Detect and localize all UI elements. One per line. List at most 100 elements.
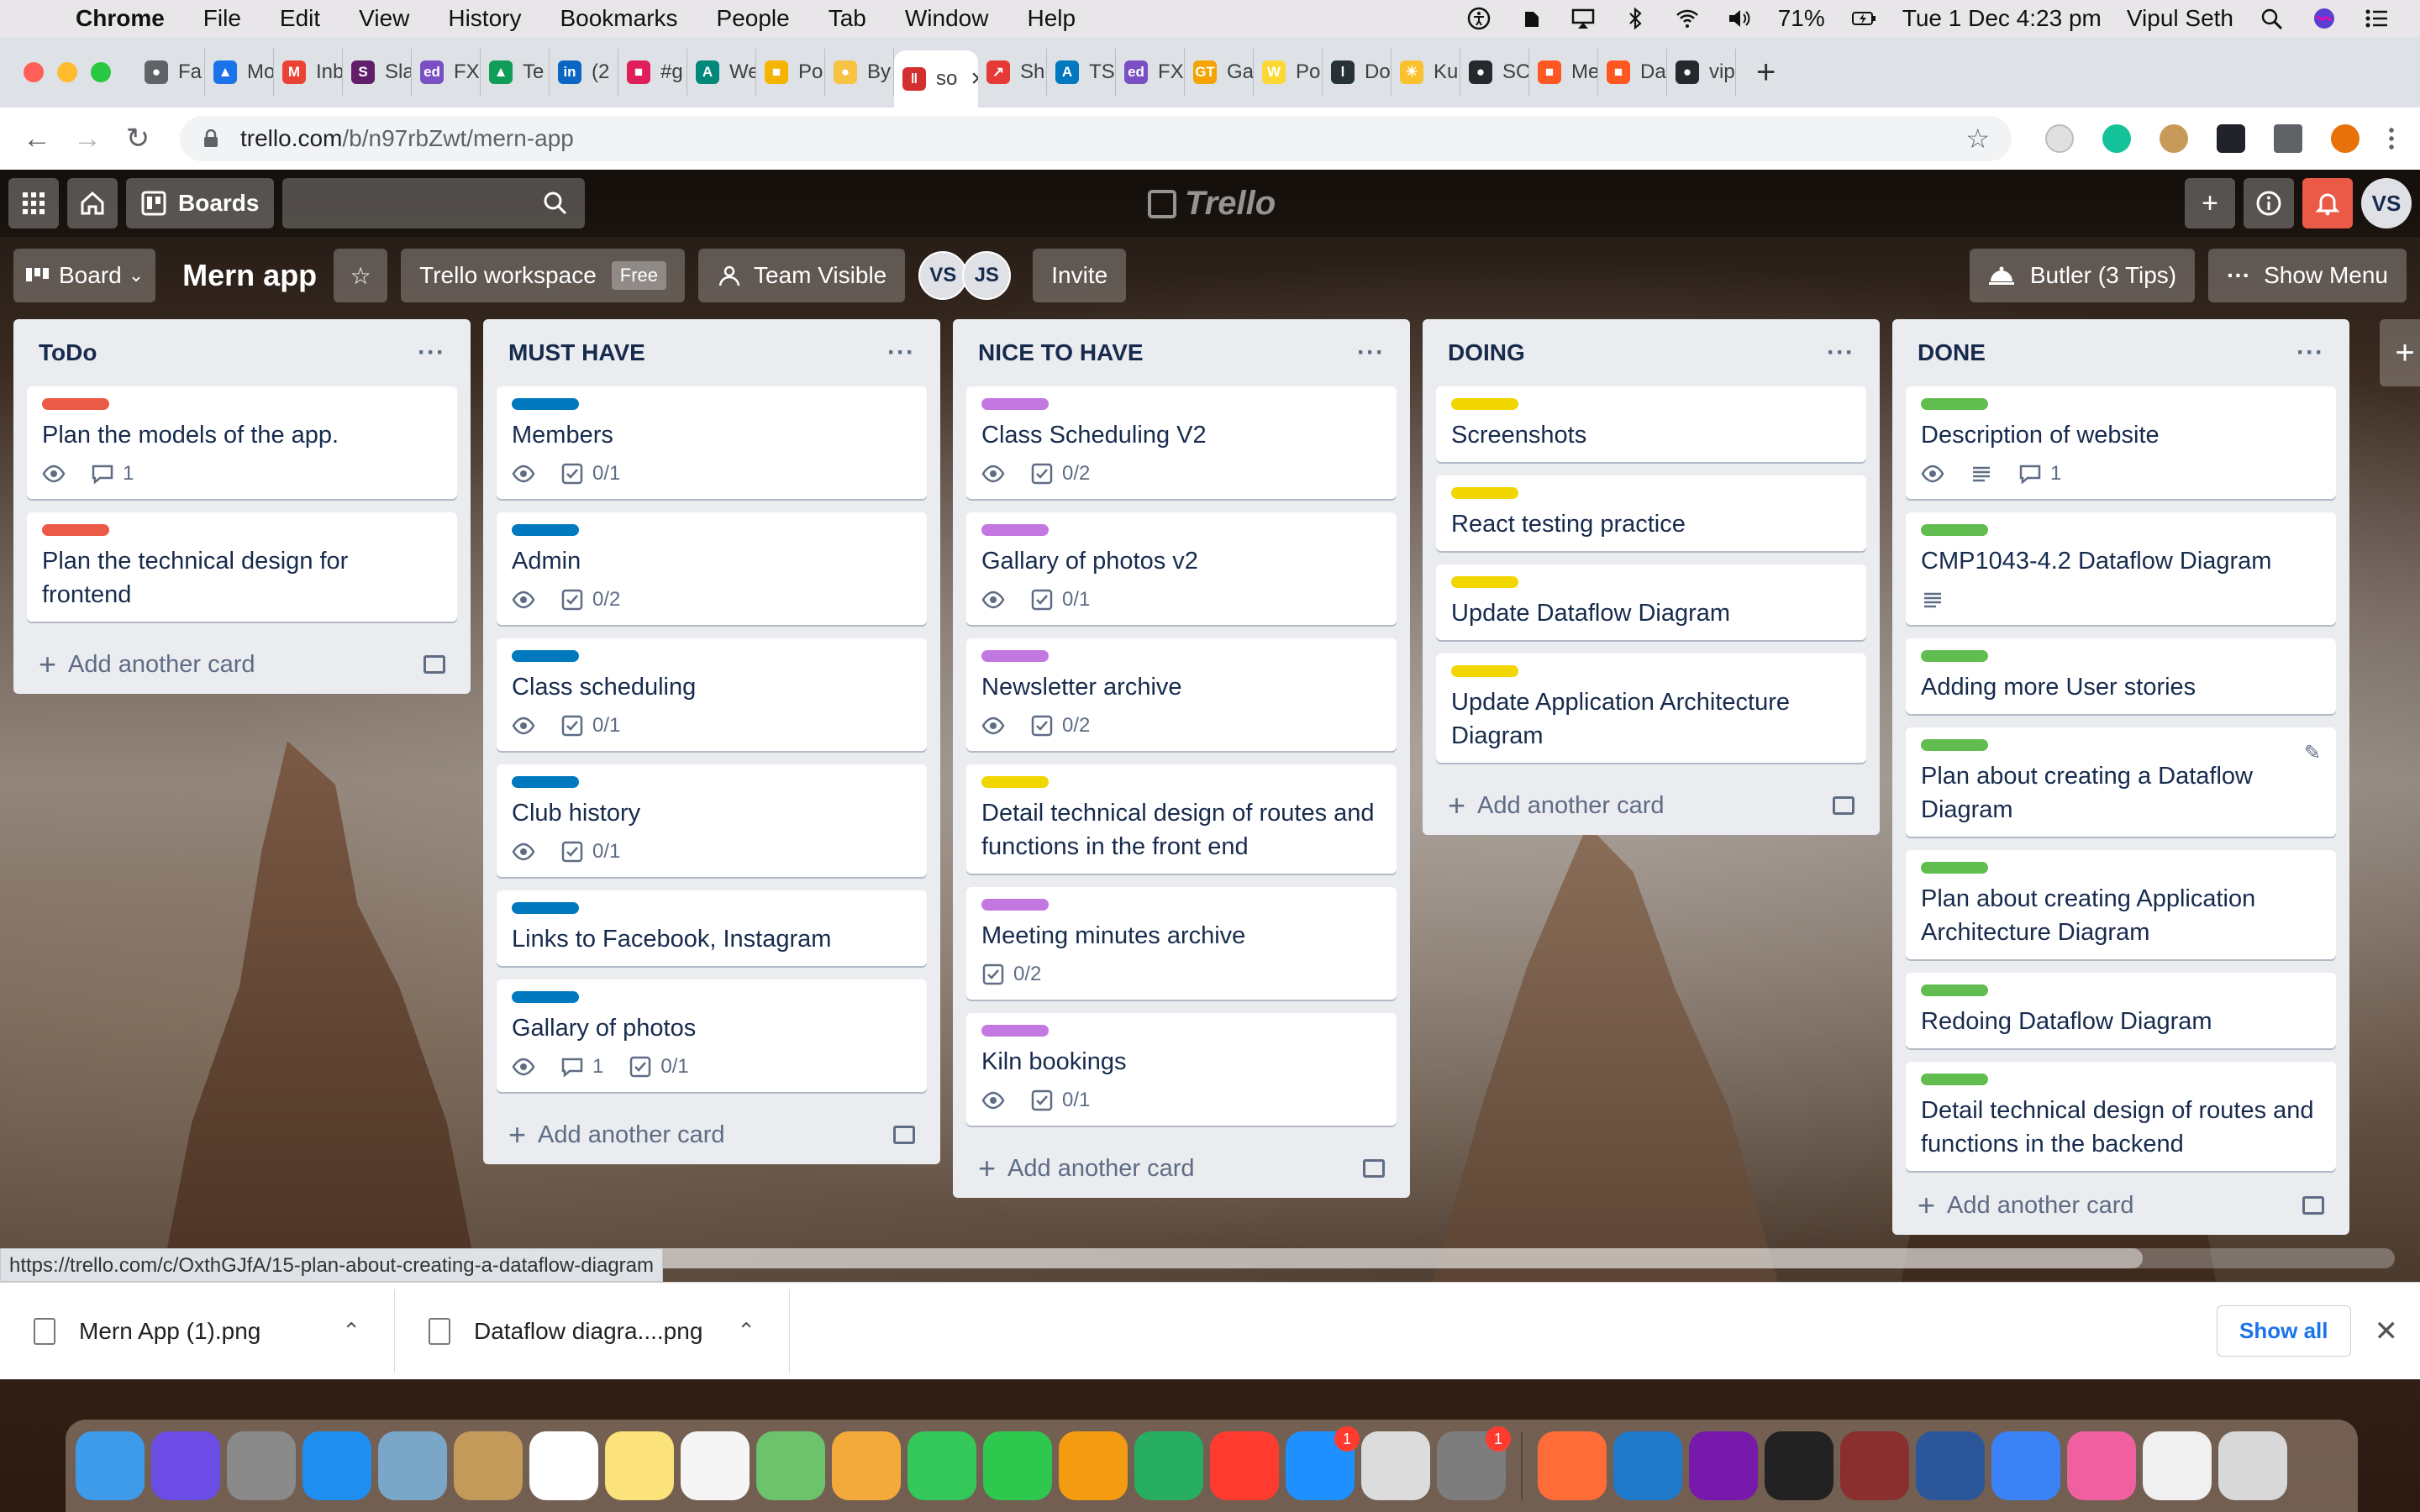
photos-icon[interactable]	[832, 1431, 901, 1500]
list-menu-icon[interactable]: ···	[418, 339, 445, 367]
menu-history[interactable]: History	[448, 5, 521, 32]
card-label[interactable]	[512, 524, 579, 536]
terminal-icon[interactable]	[1765, 1431, 1833, 1500]
contacts-icon[interactable]	[454, 1431, 523, 1500]
edit-pencil-icon[interactable]: ✎	[2304, 741, 2321, 765]
menubar-clock[interactable]: Tue 1 Dec 4:23 pm	[1902, 5, 2102, 32]
card-label[interactable]	[1921, 398, 1988, 410]
menu-help[interactable]: Help	[1027, 5, 1076, 32]
card-label[interactable]	[1451, 487, 1518, 499]
siri-icon[interactable]	[151, 1431, 220, 1500]
finder-icon[interactable]	[76, 1431, 145, 1500]
card-label[interactable]	[42, 398, 109, 410]
card-label[interactable]	[1921, 739, 1988, 751]
card-template-icon[interactable]	[2302, 1196, 2324, 1215]
reminders-icon[interactable]	[681, 1431, 750, 1500]
extensions-puzzle-icon[interactable]	[2274, 124, 2302, 153]
menu-people[interactable]: People	[717, 5, 790, 32]
card-label[interactable]	[1921, 1074, 1988, 1085]
card[interactable]: Gallary of photos v2 0/1	[966, 512, 1397, 625]
download-item[interactable]: Mern App (1).png ⌃	[0, 1289, 395, 1373]
list-title[interactable]: DOING	[1448, 339, 1525, 366]
list-header[interactable]: NICE TO HAVE ···	[953, 319, 1410, 386]
card-label[interactable]	[1921, 984, 1988, 996]
chrome-icon[interactable]	[1361, 1431, 1430, 1500]
list-menu-icon[interactable]: ···	[887, 339, 915, 367]
browser-tab[interactable]: ■ Me	[1529, 49, 1598, 96]
launchpad-icon[interactable]	[227, 1431, 296, 1500]
card-label[interactable]	[512, 398, 579, 410]
zoom-window-button[interactable]	[91, 62, 111, 82]
browser-tab[interactable]: ↗ Sh	[978, 49, 1047, 96]
menu-view[interactable]: View	[359, 5, 409, 32]
lock-icon[interactable]	[202, 129, 220, 148]
spotlight-search-icon[interactable]	[2259, 7, 2286, 30]
card[interactable]: Club history 0/1	[497, 764, 927, 877]
notification-center-icon[interactable]	[2363, 7, 2390, 30]
card-label[interactable]	[1451, 576, 1518, 588]
menu-bookmarks[interactable]: Bookmarks	[560, 5, 677, 32]
add-list-button[interactable]: +	[2380, 319, 2420, 386]
list-header[interactable]: ToDo ···	[13, 319, 471, 386]
browser-tab[interactable]: in (2	[550, 49, 618, 96]
card-label[interactable]	[1451, 398, 1518, 410]
numbers-icon[interactable]	[1134, 1431, 1203, 1500]
invite-button[interactable]: Invite	[1033, 249, 1127, 302]
card-label[interactable]	[1921, 862, 1988, 874]
card-template-icon[interactable]	[893, 1126, 915, 1144]
browser-tab[interactable]: W Po	[1254, 49, 1323, 96]
card[interactable]: Plan about creating a Dataflow Diagram ✎	[1906, 727, 2336, 837]
address-bar[interactable]: trello.com/b/n97rbZwt/mern-app ☆	[180, 116, 2012, 161]
menu-file[interactable]: File	[203, 5, 241, 32]
info-icon[interactable]	[2244, 178, 2294, 228]
new-tab-button[interactable]: +	[1756, 54, 1776, 92]
card-template-icon[interactable]	[1363, 1159, 1385, 1178]
menu-edit[interactable]: Edit	[280, 5, 320, 32]
close-tab-icon[interactable]: ×	[971, 65, 978, 93]
create-plus-icon[interactable]: +	[2185, 178, 2235, 228]
volume-icon[interactable]	[1726, 7, 1753, 30]
card[interactable]: Plan the technical design for frontend	[27, 512, 457, 622]
board-view-switcher[interactable]: Board ⌄	[13, 249, 156, 302]
card-label[interactable]	[981, 776, 1049, 788]
browser-tab[interactable]: ed FX	[1116, 49, 1185, 96]
card[interactable]: Class Scheduling V2 0/2	[966, 386, 1397, 499]
cookie-extension-icon[interactable]	[2160, 124, 2188, 153]
chevron-up-icon[interactable]: ⌃	[342, 1318, 360, 1344]
download-item[interactable]: Dataflow diagra....png ⌃	[395, 1289, 790, 1373]
list-title[interactable]: NICE TO HAVE	[978, 339, 1144, 366]
menu-tab[interactable]: Tab	[829, 5, 866, 32]
card[interactable]: Detail technical design of routes and fu…	[966, 764, 1397, 874]
browser-tab[interactable]: ■ Da	[1598, 49, 1667, 96]
card[interactable]: React testing practice	[1436, 475, 1866, 551]
butler-button[interactable]: Butler (3 Tips)	[1969, 249, 2196, 302]
card-label[interactable]	[512, 991, 579, 1003]
pages-icon[interactable]	[1059, 1431, 1128, 1500]
list-header[interactable]: MUST HAVE ···	[483, 319, 940, 386]
browser-tab[interactable]: A We	[687, 49, 756, 96]
boards-button[interactable]: Boards	[126, 178, 275, 228]
minimize-window-button[interactable]	[57, 62, 77, 82]
browser-tab[interactable]: ● Fa	[136, 49, 205, 96]
list-header[interactable]: DOING ···	[1423, 319, 1880, 386]
browser-tab[interactable]: A TS	[1047, 49, 1116, 96]
word-icon[interactable]	[1916, 1431, 1985, 1500]
evernote-icon[interactable]	[1518, 7, 1544, 30]
browser-tab[interactable]: ▲ Te	[481, 49, 550, 96]
workspace-button[interactable]: Trello workspace Free	[401, 249, 686, 302]
card[interactable]: Plan the models of the app. 1	[27, 386, 457, 499]
accessibility-icon[interactable]	[1465, 7, 1492, 30]
messages-icon[interactable]	[908, 1431, 976, 1500]
list-title[interactable]: ToDo	[39, 339, 97, 366]
card[interactable]: Redoing Dataflow Diagram	[1906, 973, 2336, 1048]
card-label[interactable]	[981, 398, 1049, 410]
itunes-icon[interactable]	[2067, 1431, 2136, 1500]
close-window-button[interactable]	[24, 62, 44, 82]
board-title[interactable]: Mern app	[182, 258, 317, 293]
profile-avatar[interactable]	[2331, 124, 2360, 153]
list-title[interactable]: MUST HAVE	[508, 339, 645, 366]
card[interactable]: Admin 0/2	[497, 512, 927, 625]
add-card-button[interactable]: + Add another card	[1892, 1176, 2349, 1235]
siri-icon[interactable]	[2311, 7, 2338, 30]
add-card-button[interactable]: + Add another card	[953, 1139, 1410, 1198]
